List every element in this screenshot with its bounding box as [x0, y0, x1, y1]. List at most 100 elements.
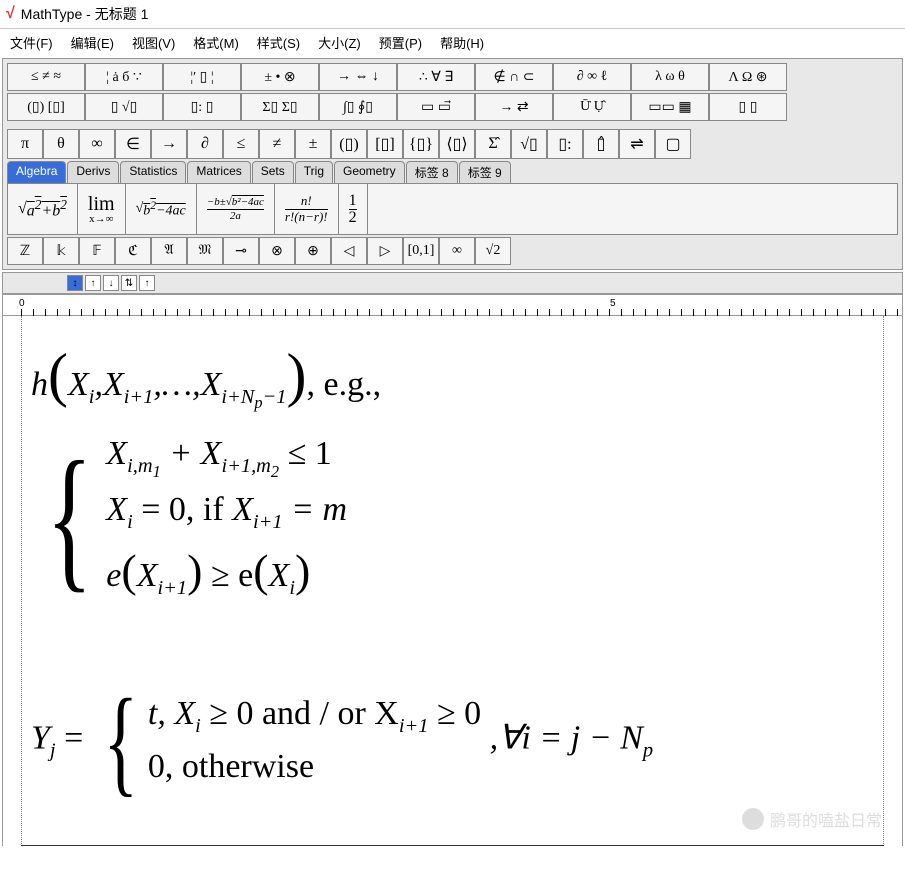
palette-btn[interactable]: ▭ ▭⃗ — [397, 93, 475, 121]
left-margin-guide — [21, 316, 22, 846]
tmpl-half[interactable]: 12 — [339, 184, 368, 234]
palette-btn[interactable]: (▯) — [331, 129, 367, 159]
palette-btn[interactable]: ⇌ — [619, 129, 655, 159]
tab-align-btn-1[interactable]: ↕ — [67, 275, 83, 291]
palette-btn[interactable]: ⊕ — [295, 237, 331, 265]
palette-btn[interactable]: √2 — [475, 237, 511, 265]
palette-btn[interactable]: 𝕜 — [43, 237, 79, 265]
eq-y-block[interactable]: Yj = { t, Xi ≥ 0 and / or Xi+1 ≥ 0 0, ot… — [31, 686, 653, 796]
horizontal-ruler[interactable]: 0 5 — [2, 294, 903, 316]
palette-btn[interactable]: ± • ⊗ — [241, 63, 319, 91]
palette-btn[interactable]: ▯ ▯ — [709, 93, 787, 121]
palette-btn[interactable]: ℤ — [7, 237, 43, 265]
palette-btn[interactable]: 𝔽 — [79, 237, 115, 265]
menu-file[interactable]: 文件(F) — [10, 33, 53, 52]
y-case-1: t, Xi ≥ 0 and / or Xi+1 ≥ 0 — [148, 692, 481, 739]
palette-btn[interactable]: {▯} — [403, 129, 439, 159]
palette-btn[interactable]: → ⇔ ↓ — [319, 63, 397, 91]
palette-btn[interactable]: ▭▭ ▦ — [631, 93, 709, 121]
eq-line-1[interactable]: h(Xi,Xi+1,…,Xi+Np−1), e.g., — [31, 336, 381, 414]
palette-btn[interactable]: ∫▯ ∮▯ — [319, 93, 397, 121]
palette-btn[interactable]: ⊸ — [223, 237, 259, 265]
palette-btn[interactable]: π — [7, 129, 43, 159]
symbol-palette-row-1: ≤ ≠ ≈¦ ȧ б ∵¦′ ▯ ¦± • ⊗→ ⇔ ↓∴ ∀ ∃∉ ∩ ⊂∂ … — [7, 63, 898, 91]
palette-btn[interactable]: → — [151, 129, 187, 159]
palette-btn[interactable]: ∂ — [187, 129, 223, 159]
palette-btn[interactable]: ≤ ≠ ≈ — [7, 63, 85, 91]
ruler-mark-0: 0 — [19, 298, 25, 309]
palette-btn[interactable]: → ⇄ — [475, 93, 553, 121]
equation-editor[interactable]: h(Xi,Xi+1,…,Xi+Np−1), e.g., { Xi,m1 + Xi… — [2, 316, 903, 846]
tmpl-pythag[interactable]: √a2+b2 — [8, 184, 78, 234]
category-tab[interactable]: Derivs — [67, 161, 119, 183]
menu-format[interactable]: 格式(M) — [193, 33, 239, 52]
palette-btn[interactable]: Σ̂ — [475, 129, 511, 159]
menu-style[interactable]: 样式(S) — [257, 33, 300, 52]
quick-symbol-row: πθ∞∈→∂≤≠±(▯)[▯]{▯}⟨▯⟩Σ̂√▯▯:▯̂⇌▢ — [7, 129, 898, 159]
palette-btn[interactable]: Λ Ω ⊛ — [709, 63, 787, 91]
palette-btn[interactable]: θ — [43, 129, 79, 159]
category-tab[interactable]: Matrices — [187, 161, 250, 183]
palette-btn[interactable]: ℭ — [115, 237, 151, 265]
category-tab[interactable]: 标签 8 — [406, 161, 458, 183]
category-tab[interactable]: Geometry — [334, 161, 405, 183]
palette-btn[interactable]: ≤ — [223, 129, 259, 159]
palette-btn[interactable]: ¦ ȧ б ∵ — [85, 63, 163, 91]
palette-btn[interactable]: ∴ ∀ ∃ — [397, 63, 475, 91]
tab-align-btn-2[interactable]: ↑ — [85, 275, 101, 291]
palette-btn[interactable]: √▯ — [511, 129, 547, 159]
tab-align-btn-5[interactable]: ↑ — [139, 275, 155, 291]
palette-btn[interactable]: λ ω θ — [631, 63, 709, 91]
palette-btn[interactable]: [0,1] — [403, 237, 439, 265]
small-symbol-row: ℤ𝕜𝔽ℭ𝔄𝔐⊸⊗⊕◁▷[0,1]∞√2 — [7, 237, 898, 265]
case-line-2: Xi = 0, if Xi+1 = m — [106, 488, 347, 535]
menu-view[interactable]: 视图(V) — [132, 33, 175, 52]
palette-btn[interactable]: ¦′ ▯ ¦ — [163, 63, 241, 91]
category-tab[interactable]: 标签 9 — [459, 161, 511, 183]
palette-btn[interactable]: ▢ — [655, 129, 691, 159]
tmpl-empty[interactable] — [368, 184, 897, 234]
tmpl-quadratic[interactable]: −b±√b²−4ac2a — [197, 184, 275, 234]
palette-btn[interactable]: Ū̇ Ụ̂ — [553, 93, 631, 121]
palette-btn[interactable]: [▯] — [367, 129, 403, 159]
tmpl-limit[interactable]: limx→∞ — [78, 184, 126, 234]
palette-btn[interactable]: 𝔄 — [151, 237, 187, 265]
palette-btn[interactable]: ▯̂ — [583, 129, 619, 159]
menu-bar: 文件(F) 编辑(E) 视图(V) 格式(M) 样式(S) 大小(Z) 预置(P… — [0, 28, 905, 56]
tmpl-discriminant[interactable]: √b2−4ac — [126, 184, 197, 234]
category-tabs: AlgebraDerivsStatisticsMatricesSetsTrigG… — [7, 161, 898, 183]
ruler-button-bar: ↕ ↑ ↓ ⇅ ↑ — [2, 272, 903, 294]
menu-help[interactable]: 帮助(H) — [440, 33, 484, 52]
palette-btn[interactable]: ∞ — [439, 237, 475, 265]
palette-btn[interactable]: Σ▯ Σ▯ — [241, 93, 319, 121]
palette-btn[interactable]: 𝔐 — [187, 237, 223, 265]
palette-btn[interactable]: ± — [295, 129, 331, 159]
category-tab[interactable]: Algebra — [7, 161, 66, 183]
palette-btn[interactable]: ∈ — [115, 129, 151, 159]
palette-btn[interactable]: ◁ — [331, 237, 367, 265]
tab-align-btn-3[interactable]: ↓ — [103, 275, 119, 291]
palette-btn[interactable]: ▷ — [367, 237, 403, 265]
eq-cases-block[interactable]: { Xi,m1 + Xi+1,m2 ≤ 1 Xi = 0, if Xi+1 = … — [31, 426, 347, 608]
category-tab[interactable]: Trig — [295, 161, 333, 183]
palette-btn[interactable]: ∉ ∩ ⊂ — [475, 63, 553, 91]
tmpl-combination[interactable]: n!r!(n−r)! — [275, 184, 339, 234]
menu-presets[interactable]: 预置(P) — [379, 33, 422, 52]
menu-size[interactable]: 大小(Z) — [318, 33, 361, 52]
tab-align-btn-4[interactable]: ⇅ — [121, 275, 137, 291]
toolbar-area: ≤ ≠ ≈¦ ȧ б ∵¦′ ▯ ¦± • ⊗→ ⇔ ↓∴ ∀ ∃∉ ∩ ⊂∂ … — [2, 58, 903, 270]
palette-btn[interactable]: ▯ √▯ — [85, 93, 163, 121]
category-tab[interactable]: Sets — [252, 161, 294, 183]
category-tab[interactable]: Statistics — [120, 161, 186, 183]
palette-btn[interactable]: ▯: ▯ — [163, 93, 241, 121]
palette-btn[interactable]: ≠ — [259, 129, 295, 159]
menu-edit[interactable]: 编辑(E) — [71, 33, 114, 52]
palette-btn[interactable]: ⟨▯⟩ — [439, 129, 475, 159]
template-shelf: √a2+b2 limx→∞ √b2−4ac −b±√b²−4ac2a n!r!(… — [7, 183, 898, 235]
palette-btn[interactable]: ⊗ — [259, 237, 295, 265]
case-line-3: e(Xi+1) ≥ e(Xi) — [106, 541, 347, 601]
palette-btn[interactable]: (▯) [▯] — [7, 93, 85, 121]
palette-btn[interactable]: ∂ ∞ ℓ — [553, 63, 631, 91]
palette-btn[interactable]: ∞ — [79, 129, 115, 159]
palette-btn[interactable]: ▯: — [547, 129, 583, 159]
